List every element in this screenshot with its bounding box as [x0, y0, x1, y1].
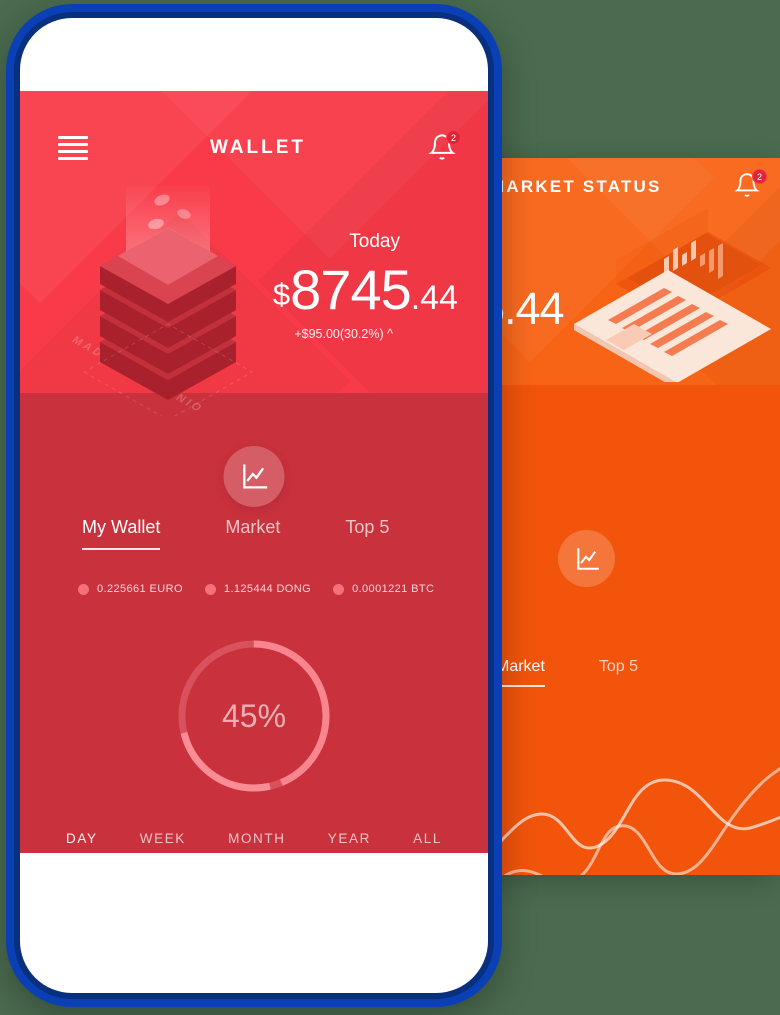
coin-amount-dong: 1.125444 DONG — [223, 583, 312, 595]
phone-frame-inner: MADE BY SOFTNIO — [14, 12, 494, 999]
notification-badge: 2 — [445, 130, 461, 145]
coin-amount-euro: 0.225661 EURO — [97, 583, 183, 595]
wallet-screen: MADE BY SOFTNIO — [20, 91, 488, 853]
line-chart-icon — [576, 547, 599, 570]
laptop-chart-illustration — [574, 208, 771, 382]
coin-stack-illustration — [82, 186, 254, 416]
market-page-title: MARKET STATUS — [490, 177, 662, 196]
tab-my-wallet-label: My Wallet — [82, 517, 161, 537]
chart-fab[interactable] — [223, 446, 285, 507]
hamburger-icon-line — [58, 136, 88, 139]
arrow-up-icon: ^ — [387, 327, 393, 341]
period-all[interactable]: ALL — [413, 831, 442, 846]
balance-delta-value: +$95.00(30.2%) — [294, 327, 384, 341]
market-tab-top5[interactable]: Top 5 — [599, 658, 638, 687]
page-title: WALLET — [209, 137, 307, 158]
market-topbar: MARKET STATUS 2 — [480, 169, 780, 202]
balance-amount: $8745.44 — [273, 257, 458, 322]
list-item[interactable]: 1.125444 DONG — [204, 583, 312, 595]
period-year[interactable]: YEAR — [328, 831, 371, 846]
tab-top5[interactable]: Top 5 — [345, 517, 389, 550]
coin-balances-list: 0.225661 EURO 1.125444 DONG 0.0001221 BT… — [20, 583, 488, 595]
screenshot-stage: MARKET STATUS 2 5.44 Market Top 5 MADE W… — [0, 0, 780, 1015]
tab-underline — [82, 548, 161, 550]
market-notification-badge: 2 — [752, 169, 767, 184]
list-item[interactable]: 0.225661 EURO — [78, 583, 183, 595]
phone-bezel: MADE BY SOFTNIO — [20, 18, 488, 993]
wallet-phone-frame: MADE BY SOFTNIO — [6, 4, 502, 1007]
balance-decimal: .44 — [410, 279, 458, 317]
hamburger-icon-line — [58, 150, 88, 153]
period-week[interactable]: WEEK — [140, 831, 186, 846]
market-tab-top5-label: Top 5 — [598, 658, 639, 675]
market-tab-market-label: Market — [496, 658, 545, 675]
coin-dot-icon — [204, 583, 216, 595]
tab-market[interactable]: Market — [225, 517, 280, 550]
wallet-topbar: WALLET 2 — [20, 130, 488, 163]
balance-block: Today $8745.44 +$95.00(30.2%) ^ — [273, 231, 458, 341]
market-tab-underline — [496, 685, 545, 687]
hamburger-icon-line — [58, 157, 88, 160]
balance-delta: +$95.00(30.2%) ^ — [273, 327, 393, 341]
period-month[interactable]: MONTH — [228, 831, 286, 846]
balance-integer: 8745 — [290, 258, 412, 321]
tab-top5-label: Top 5 — [345, 517, 390, 537]
market-tab-market[interactable]: Market — [496, 658, 545, 687]
list-item[interactable]: 0.0001221 BTC — [333, 583, 434, 595]
period-day[interactable]: DAY — [66, 831, 98, 846]
line-chart-icon — [243, 464, 268, 489]
market-status-phone: MARKET STATUS 2 5.44 Market Top 5 — [480, 158, 780, 875]
coin-amount-btc: 0.0001221 BTC — [352, 583, 435, 595]
period-filters: DAY WEEK MONTH YEAR ALL — [20, 831, 488, 846]
coin-dot-icon — [333, 583, 345, 595]
menu-button[interactable] — [58, 136, 88, 160]
donut-center-value: 45% — [221, 697, 287, 734]
market-notification-button[interactable]: 2 — [734, 169, 767, 202]
tab-my-wallet[interactable]: My Wallet — [82, 517, 161, 550]
currency-symbol: $ — [272, 277, 291, 312]
market-tabs: Market Top 5 — [480, 658, 780, 687]
coin-dot-icon — [78, 583, 89, 595]
notification-button[interactable]: 2 — [428, 130, 461, 163]
market-chart-fab[interactable] — [558, 530, 615, 587]
wallet-tabs: My Wallet Market Top 5 — [20, 517, 488, 550]
tab-market-label: Market — [225, 517, 281, 537]
portfolio-donut-chart: 45% — [169, 631, 339, 801]
balance-period-label: Today — [349, 231, 400, 252]
market-line-chart — [480, 766, 780, 875]
hamburger-icon-line — [58, 143, 88, 146]
